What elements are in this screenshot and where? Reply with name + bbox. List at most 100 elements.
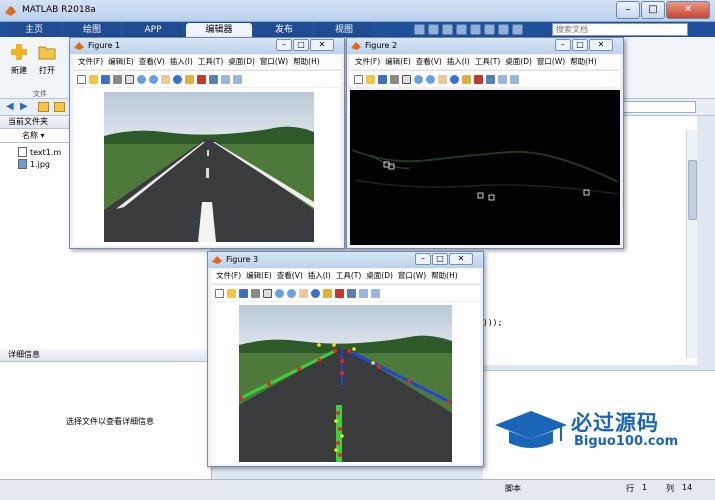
search-documentation-input[interactable]: 搜索文档 bbox=[552, 23, 688, 36]
menu-view[interactable]: 查看(V) bbox=[416, 55, 442, 69]
open-button[interactable]: 打开 bbox=[34, 43, 60, 76]
tab-editor[interactable]: 编辑器 bbox=[186, 23, 252, 37]
pointer-icon[interactable] bbox=[263, 288, 272, 298]
figure-2-window[interactable]: Figure 2 – □ ✕ 文件(F) 编辑(E) 查看(V) 插入(I) 工… bbox=[346, 37, 624, 249]
maximize-button[interactable]: □ bbox=[293, 39, 309, 51]
editor-scrollbar[interactable] bbox=[686, 130, 697, 358]
rotate-icon[interactable] bbox=[311, 288, 320, 298]
zoom-in-icon[interactable] bbox=[414, 74, 423, 84]
switch-windows-icon[interactable] bbox=[498, 24, 509, 35]
help-icon[interactable] bbox=[512, 24, 523, 35]
copy-icon[interactable] bbox=[442, 24, 453, 35]
colorbar-icon[interactable] bbox=[221, 74, 230, 84]
legend-icon[interactable] bbox=[233, 74, 242, 84]
link-icon[interactable] bbox=[347, 288, 356, 298]
menu-file[interactable]: 文件(F) bbox=[355, 55, 380, 69]
minimize-button[interactable]: – bbox=[616, 1, 640, 19]
menu-edit[interactable]: 编辑(E) bbox=[108, 55, 134, 69]
menu-desktop[interactable]: 桌面(D) bbox=[505, 55, 532, 69]
figure-1-window[interactable]: Figure 1 – □ ✕ 文件(F) 编辑(E) 查看(V) 插入(I) 工… bbox=[69, 37, 345, 249]
print-icon[interactable] bbox=[113, 74, 122, 84]
zoom-in-icon[interactable] bbox=[275, 288, 284, 298]
data-cursor-icon[interactable] bbox=[323, 288, 332, 298]
legend-icon[interactable] bbox=[371, 288, 380, 298]
menu-help[interactable]: 帮助(H) bbox=[570, 55, 597, 69]
figure-3-window[interactable]: Figure 3 – □ ✕ 文件(F) 编辑(E) 查看(V) 插入(I) 工… bbox=[207, 251, 484, 467]
zoom-out-icon[interactable] bbox=[426, 74, 435, 84]
zoom-out-icon[interactable] bbox=[149, 74, 158, 84]
maximize-button[interactable]: □ bbox=[432, 253, 448, 265]
undo-icon[interactable] bbox=[470, 24, 481, 35]
maximize-button[interactable]: □ bbox=[572, 39, 588, 51]
new-button[interactable]: 新建 bbox=[6, 43, 32, 76]
save-icon[interactable] bbox=[378, 74, 387, 84]
menu-tools[interactable]: 工具(T) bbox=[198, 55, 223, 69]
link-icon[interactable] bbox=[486, 74, 495, 84]
menu-window[interactable]: 窗口(W) bbox=[537, 55, 565, 69]
menu-insert[interactable]: 插入(I) bbox=[170, 55, 193, 69]
menu-file[interactable]: 文件(F) bbox=[78, 55, 103, 69]
redo-icon[interactable] bbox=[484, 24, 495, 35]
pointer-icon[interactable] bbox=[402, 74, 411, 84]
pan-icon[interactable] bbox=[299, 288, 308, 298]
open-icon[interactable] bbox=[89, 74, 98, 84]
menu-desktop[interactable]: 桌面(D) bbox=[366, 269, 393, 283]
maximize-button[interactable]: □ bbox=[641, 1, 665, 19]
back-arrow-icon[interactable]: ◀ bbox=[6, 101, 14, 112]
pointer-icon[interactable] bbox=[125, 74, 134, 84]
pan-icon[interactable] bbox=[438, 74, 447, 84]
pan-icon[interactable] bbox=[161, 74, 170, 84]
print-icon[interactable] bbox=[251, 288, 260, 298]
menu-tools[interactable]: 工具(T) bbox=[336, 269, 361, 283]
data-cursor-icon[interactable] bbox=[185, 74, 194, 84]
link-icon[interactable] bbox=[209, 74, 218, 84]
new-figure-icon[interactable] bbox=[77, 74, 86, 84]
menu-edit[interactable]: 编辑(E) bbox=[246, 269, 272, 283]
browse-folder-icon[interactable] bbox=[54, 102, 65, 112]
file-item[interactable]: text1.m bbox=[18, 147, 61, 157]
menu-window[interactable]: 窗口(W) bbox=[398, 269, 426, 283]
file-item[interactable]: 1.jpg bbox=[18, 159, 50, 169]
menu-tools[interactable]: 工具(T) bbox=[475, 55, 500, 69]
save-icon[interactable] bbox=[239, 288, 248, 298]
brush-icon[interactable] bbox=[474, 74, 483, 84]
minimize-button[interactable]: – bbox=[415, 253, 431, 265]
menu-help[interactable]: 帮助(H) bbox=[431, 269, 458, 283]
legend-icon[interactable] bbox=[510, 74, 519, 84]
tab-publish[interactable]: 发布 bbox=[256, 23, 312, 37]
open-icon[interactable] bbox=[366, 74, 375, 84]
menu-window[interactable]: 窗口(W) bbox=[260, 55, 288, 69]
close-button[interactable]: ✕ bbox=[449, 253, 473, 265]
colorbar-icon[interactable] bbox=[498, 74, 507, 84]
save-icon[interactable] bbox=[101, 74, 110, 84]
menu-edit[interactable]: 编辑(E) bbox=[385, 55, 411, 69]
path-input[interactable] bbox=[620, 101, 696, 113]
brush-icon[interactable] bbox=[335, 288, 344, 298]
menu-insert[interactable]: 插入(I) bbox=[447, 55, 470, 69]
minimize-button[interactable]: – bbox=[276, 39, 292, 51]
cut-icon[interactable] bbox=[428, 24, 439, 35]
open-icon[interactable] bbox=[227, 288, 236, 298]
tab-apps[interactable]: APP bbox=[124, 23, 182, 37]
tab-plots[interactable]: 绘图 bbox=[64, 23, 120, 37]
rotate-icon[interactable] bbox=[173, 74, 182, 84]
menu-insert[interactable]: 插入(I) bbox=[308, 269, 331, 283]
minimize-button[interactable]: – bbox=[555, 39, 571, 51]
forward-arrow-icon[interactable]: ▶ bbox=[20, 101, 28, 112]
new-figure-icon[interactable] bbox=[215, 288, 224, 298]
paste-icon[interactable] bbox=[456, 24, 467, 35]
up-folder-icon[interactable] bbox=[38, 102, 49, 112]
menu-desktop[interactable]: 桌面(D) bbox=[228, 55, 255, 69]
tab-home[interactable]: 主页 bbox=[8, 23, 60, 37]
zoom-out-icon[interactable] bbox=[287, 288, 296, 298]
save-icon[interactable] bbox=[414, 24, 425, 35]
menu-file[interactable]: 文件(F) bbox=[216, 269, 241, 283]
scroll-thumb[interactable] bbox=[688, 160, 697, 220]
rotate-icon[interactable] bbox=[450, 74, 459, 84]
menu-view[interactable]: 查看(V) bbox=[277, 269, 303, 283]
print-icon[interactable] bbox=[390, 74, 399, 84]
menu-help[interactable]: 帮助(H) bbox=[293, 55, 320, 69]
data-cursor-icon[interactable] bbox=[462, 74, 471, 84]
colorbar-icon[interactable] bbox=[359, 288, 368, 298]
new-figure-icon[interactable] bbox=[354, 74, 363, 84]
